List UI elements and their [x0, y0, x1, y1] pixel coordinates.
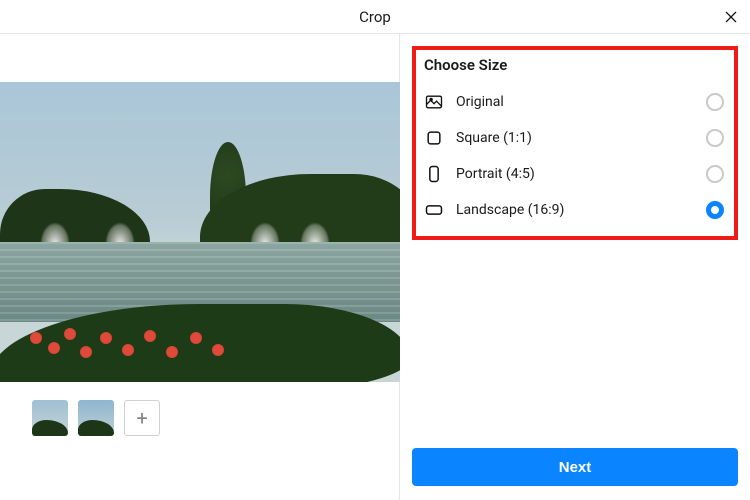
- next-button[interactable]: Next: [412, 448, 738, 486]
- thumbnail-1[interactable]: [32, 400, 68, 436]
- highlight-box: Choose Size Original Square (1:1): [412, 46, 738, 240]
- radio-portrait[interactable]: [706, 165, 724, 183]
- option-original[interactable]: Original: [424, 84, 726, 120]
- plus-icon: +: [136, 406, 147, 430]
- right-panel: Choose Size Original Square (1:1): [400, 34, 750, 500]
- preview-fountain: [300, 222, 330, 244]
- preview-fountain: [40, 222, 70, 244]
- close-icon: [723, 9, 739, 25]
- radio-original[interactable]: [706, 93, 724, 111]
- option-label: Portrait (4:5): [456, 166, 535, 182]
- option-portrait[interactable]: Portrait (4:5): [424, 156, 726, 192]
- option-landscape[interactable]: Landscape (16:9): [424, 192, 726, 228]
- left-panel: +: [0, 34, 400, 500]
- image-icon: [424, 92, 444, 112]
- option-label: Original: [456, 94, 504, 110]
- option-label: Landscape (16:9): [456, 202, 564, 218]
- thumbnail-2[interactable]: [78, 400, 114, 436]
- option-label: Square (1:1): [456, 130, 532, 146]
- radio-square[interactable]: [706, 129, 724, 147]
- thumbnail-strip: +: [32, 400, 160, 436]
- choose-size-title: Choose Size: [424, 56, 726, 74]
- preview-fountain: [250, 222, 280, 244]
- portrait-icon: [424, 164, 444, 184]
- main: + Choose Size Original: [0, 34, 750, 500]
- preview-fountain: [105, 222, 135, 244]
- square-icon: [424, 128, 444, 148]
- radio-landscape[interactable]: [706, 201, 724, 219]
- option-square[interactable]: Square (1:1): [424, 120, 726, 156]
- header: Crop: [0, 0, 750, 34]
- landscape-icon: [424, 200, 444, 220]
- page-title: Crop: [359, 8, 391, 26]
- image-preview[interactable]: [0, 82, 400, 382]
- preview-flowers: [30, 302, 270, 372]
- add-thumbnail-button[interactable]: +: [124, 400, 160, 436]
- close-button[interactable]: [720, 6, 742, 28]
